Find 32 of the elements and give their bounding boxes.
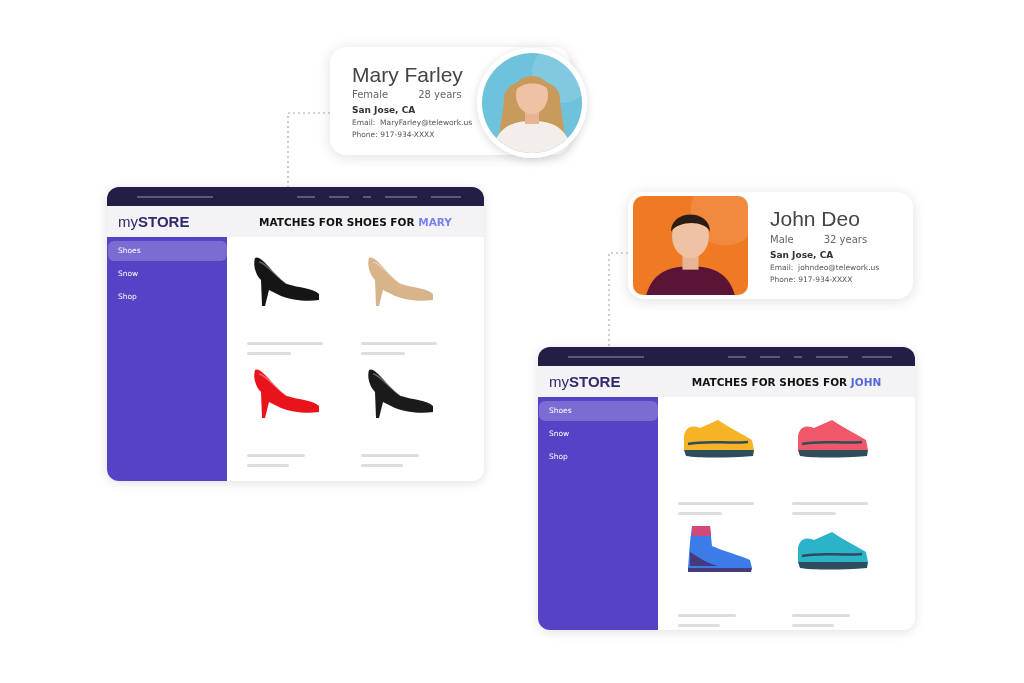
store-logo: mySTORE <box>549 373 621 390</box>
nav-line <box>385 195 417 198</box>
placeholder-line <box>247 464 289 467</box>
location-label: San Jose, CA <box>770 249 835 260</box>
nav-line <box>329 195 349 198</box>
gender-label: Female <box>352 89 389 101</box>
nav-line <box>728 355 746 358</box>
nav-line <box>862 355 892 358</box>
placeholder-line <box>360 454 419 457</box>
placeholder-line <box>791 614 850 617</box>
placeholder-line <box>360 352 405 355</box>
age-label: 32 years <box>823 233 868 245</box>
person-name: Mary Farley <box>352 62 464 87</box>
nav-line <box>760 355 780 358</box>
placeholder-line <box>678 614 736 617</box>
placeholder-line <box>247 352 291 355</box>
placeholder-line <box>678 624 720 627</box>
nav-line <box>431 195 461 198</box>
placeholder-line <box>791 624 834 627</box>
placeholder-line <box>791 512 836 515</box>
location-label: San Jose, CA <box>352 105 417 116</box>
placeholder-line <box>247 454 305 457</box>
nav-line <box>816 355 848 358</box>
placeholder-line <box>360 464 403 467</box>
gender-label: Male <box>770 233 794 245</box>
page-heading: MATCHES FOR SHOES FOR MARY <box>259 215 452 228</box>
person-name: John Deo <box>770 207 861 231</box>
page-heading: MATCHES FOR SHOES FOR JOHN <box>691 375 882 388</box>
placeholder-line <box>678 512 722 515</box>
age-label: 28 years <box>418 89 462 101</box>
nav-line <box>297 195 315 198</box>
store-logo: mySTORE <box>118 213 190 230</box>
